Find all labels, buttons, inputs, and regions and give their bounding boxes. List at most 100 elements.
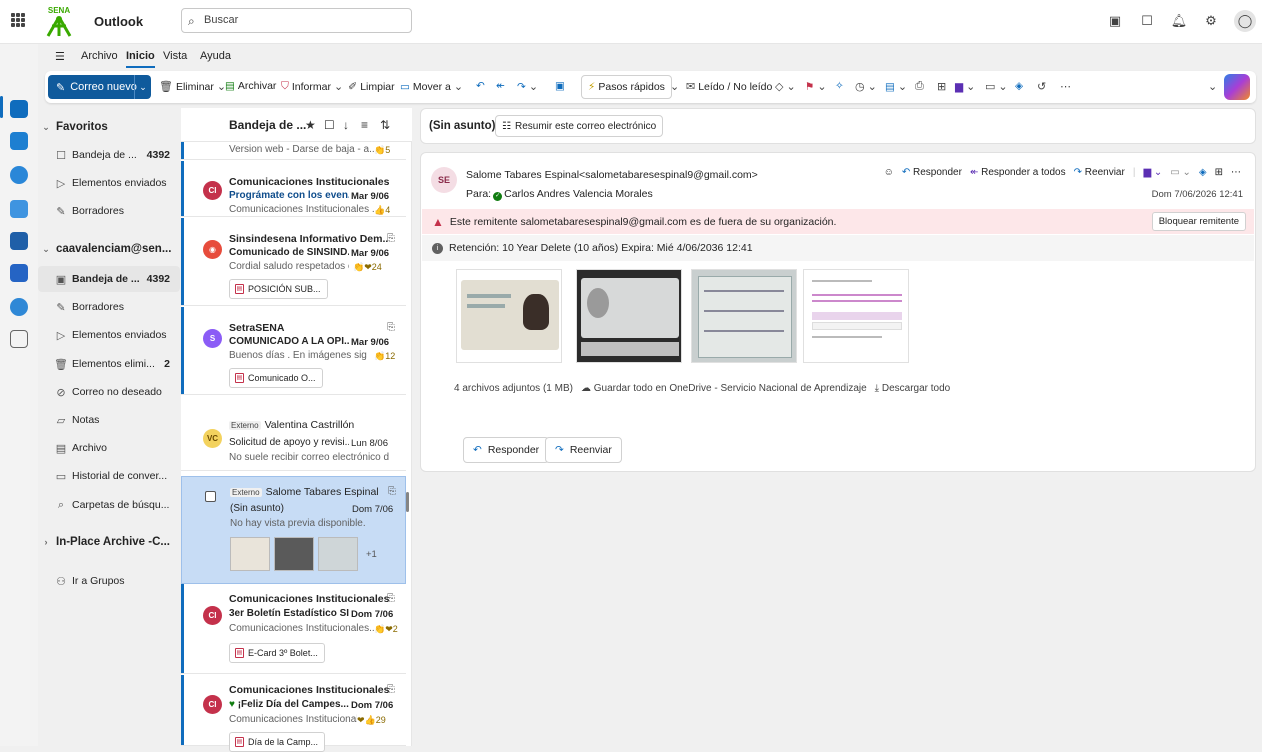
filter-icon[interactable]: ≡ xyxy=(361,118,368,132)
forward-button[interactable]: ↷ Reenviar xyxy=(1074,167,1125,178)
reply-button[interactable]: ↶ Responder xyxy=(902,167,962,178)
emoji-icon[interactable]: ☺ xyxy=(884,167,894,178)
sender[interactable]: Salome Tabares Espinal<salometabaresespi… xyxy=(466,169,758,181)
summarize-button[interactable]: ☷ Resumir este correo electrónico xyxy=(495,115,664,137)
chevron-down-icon[interactable]: ⌄ xyxy=(134,75,151,99)
folder-inbox[interactable]: ▣ Bandeja de ... 4392 xyxy=(38,266,180,292)
list-item-selected[interactable]: Externo Salome Tabares Espinal ⎘ (Sin asu… xyxy=(181,476,406,584)
folder-sent[interactable]: ▷ Elementos enviados xyxy=(38,322,180,348)
teams-share-icon[interactable]: ▣ xyxy=(555,80,565,92)
onedrive-icon[interactable] xyxy=(10,298,28,316)
list-item[interactable]: CI Comunicaciones Institucionales ⎘ ♥ ¡F… xyxy=(181,675,406,752)
list-item[interactable]: CI Comunicaciones Institucionales Prográ… xyxy=(181,161,406,217)
word-icon[interactable] xyxy=(10,232,28,250)
list-scrollbar[interactable] xyxy=(404,142,412,746)
addin-icon[interactable]: ▭ ⌄ xyxy=(985,80,1008,93)
bell-icon[interactable]: 🔔︎ xyxy=(1170,10,1188,32)
folder-junk[interactable]: ⊘ Correo no deseado xyxy=(38,379,180,405)
loop-icon[interactable]: ◈ xyxy=(1015,80,1023,92)
archive-group-header[interactable]: › In-Place Archive -C... xyxy=(38,529,180,555)
select-checkbox[interactable] xyxy=(205,491,216,502)
select-icon[interactable]: ☐ xyxy=(324,118,335,132)
reply-icon[interactable]: ↶ xyxy=(476,80,485,92)
sort-icon[interactable]: ⇅ xyxy=(380,118,390,132)
forward-bottom-button[interactable]: ↷ Reenviar xyxy=(545,437,622,463)
tab-inicio[interactable]: Inicio xyxy=(126,50,155,68)
avatar[interactable]: ◯ xyxy=(1234,10,1256,32)
attachment-chip[interactable]: ▤ POSICIÓN SUB... xyxy=(229,279,328,299)
jump-icon[interactable]: ↓ xyxy=(343,118,349,132)
flag-icon[interactable]: ⚑ ⌄ xyxy=(805,80,827,94)
list-item[interactable]: Version web - Darse de baja - a... 👏5 xyxy=(181,142,406,160)
mail-icon[interactable] xyxy=(10,100,28,118)
folder-fav-drafts[interactable]: ✎ Borradores xyxy=(38,198,180,224)
block-sender-button[interactable]: Bloquear remitente xyxy=(1151,212,1246,231)
attachment-chip[interactable]: ▤ Comunicado O... xyxy=(229,368,323,388)
attachment-image[interactable] xyxy=(803,269,909,363)
new-mail-button[interactable]: ✎ Correo nuevo ⌄ xyxy=(48,75,151,99)
org-icon[interactable] xyxy=(10,264,28,282)
folder-fav-inbox[interactable]: ☐ Bandeja de ... 4392 xyxy=(38,142,180,168)
tab-ayuda[interactable]: Ayuda xyxy=(200,50,231,62)
folder-archive[interactable]: ▤ Archivo xyxy=(38,435,180,461)
account-header[interactable]: ⌄ caavalenciam@sen... xyxy=(38,236,180,262)
attachment-chip[interactable]: ▤ Día de la Camp... xyxy=(229,732,326,752)
archive-button[interactable]: ▤ Archivar xyxy=(225,80,276,92)
favorites-header[interactable]: ⌄ Favoritos xyxy=(38,114,180,140)
attachment-image[interactable] xyxy=(456,269,562,363)
sender-avatar[interactable]: SE xyxy=(431,167,457,193)
pdf-icon[interactable]: ▆ ⌄ xyxy=(955,80,975,94)
tag-icon[interactable]: ◇ ⌄ xyxy=(775,80,796,93)
feedback-icon[interactable]: ☐ xyxy=(1138,10,1156,32)
pdf-icon[interactable]: ▆ ⌄ xyxy=(1143,167,1162,178)
attachment-image[interactable] xyxy=(576,269,682,363)
loop-icon[interactable]: ◈ xyxy=(1199,167,1207,178)
copilot-icon[interactable] xyxy=(1224,74,1250,100)
list-item[interactable]: VC Externo Valentina Castrillón Solicitud… xyxy=(181,413,406,471)
folder-notes[interactable]: ▱ Notas xyxy=(38,407,180,433)
more-icon[interactable]: ⋯ xyxy=(1060,80,1071,93)
list-item[interactable]: S SetraSENA ⎘ COMUNICADO A LA OPI... Mar… xyxy=(181,307,406,395)
folder-fav-sent[interactable]: ▷ Elementos enviados xyxy=(38,170,180,196)
app-name[interactable]: Outlook xyxy=(94,14,143,29)
addin-icon[interactable]: ▭ ⌄ xyxy=(1170,167,1191,178)
save-onedrive-link[interactable]: ☁ Guardar todo en OneDrive - Servicio Na… xyxy=(581,383,867,394)
scroll-thumb[interactable] xyxy=(406,492,409,512)
more-icon[interactable]: ⋯ xyxy=(1231,167,1241,178)
more-apps-icon[interactable] xyxy=(10,330,28,348)
reply-all-icon[interactable]: ↞ xyxy=(496,80,505,92)
attachment-chip[interactable]: ▤ E-Card 3º Bolet... xyxy=(229,643,325,663)
reply-bottom-button[interactable]: ↶ Responder xyxy=(463,437,550,463)
list-title[interactable]: Bandeja de ... xyxy=(229,118,306,132)
folder-drafts[interactable]: ✎ Borradores xyxy=(38,294,180,320)
search-input[interactable]: ⌕ Buscar xyxy=(181,8,412,33)
apps-icon[interactable]: ⊞ xyxy=(1215,167,1223,178)
todo-icon[interactable] xyxy=(10,200,28,218)
quick-steps-dropdown[interactable]: ⌄ xyxy=(670,80,679,93)
apps-icon[interactable]: ⊞ xyxy=(937,80,946,93)
print-icon[interactable]: ⎙ xyxy=(915,80,924,93)
gear-icon[interactable]: ⚙ xyxy=(1202,10,1220,32)
quick-steps-button[interactable]: ⚡ Pasos rápidos xyxy=(581,75,672,99)
download-all-link[interactable]: ⤓ Descargar todo xyxy=(875,383,951,394)
list-item[interactable]: ◉ Sinsindesena Informativo Dem... ⎘ Comu… xyxy=(181,218,406,306)
folder-history[interactable]: ▭ Historial de conver... xyxy=(38,463,180,489)
read-unread-button[interactable]: ✉ Leído / No leído xyxy=(686,80,772,94)
ribbon-expand-icon[interactable]: ⌄ xyxy=(1208,80,1217,93)
undo-icon[interactable]: ↺ xyxy=(1037,80,1046,93)
folder-deleted[interactable]: 🗑︎ Elementos elimi... 2 xyxy=(38,351,180,377)
move-button[interactable]: ▭ Mover a ⌄ xyxy=(400,80,463,94)
delete-button[interactable]: 🗑︎ Eliminar ⌄ xyxy=(159,80,226,94)
people-icon[interactable] xyxy=(10,166,28,184)
report-button[interactable]: ⛉ Informar ⌄ xyxy=(281,80,343,93)
tab-archivo[interactable]: Archivo xyxy=(81,50,118,62)
attachment-image[interactable] xyxy=(691,269,797,363)
rules-icon[interactable]: ▤ ⌄ xyxy=(885,80,907,94)
folder-search[interactable]: ⌕ Carpetas de búsqu... xyxy=(38,492,180,518)
reply-all-button[interactable]: ↞ Responder a todos xyxy=(970,167,1066,178)
tab-vista[interactable]: Vista xyxy=(163,50,187,62)
attachment-thumbnail[interactable] xyxy=(318,537,358,571)
teams-icon[interactable]: ▣ xyxy=(1106,10,1124,32)
app-launcher-icon[interactable] xyxy=(11,13,25,27)
calendar-icon[interactable] xyxy=(10,132,28,150)
